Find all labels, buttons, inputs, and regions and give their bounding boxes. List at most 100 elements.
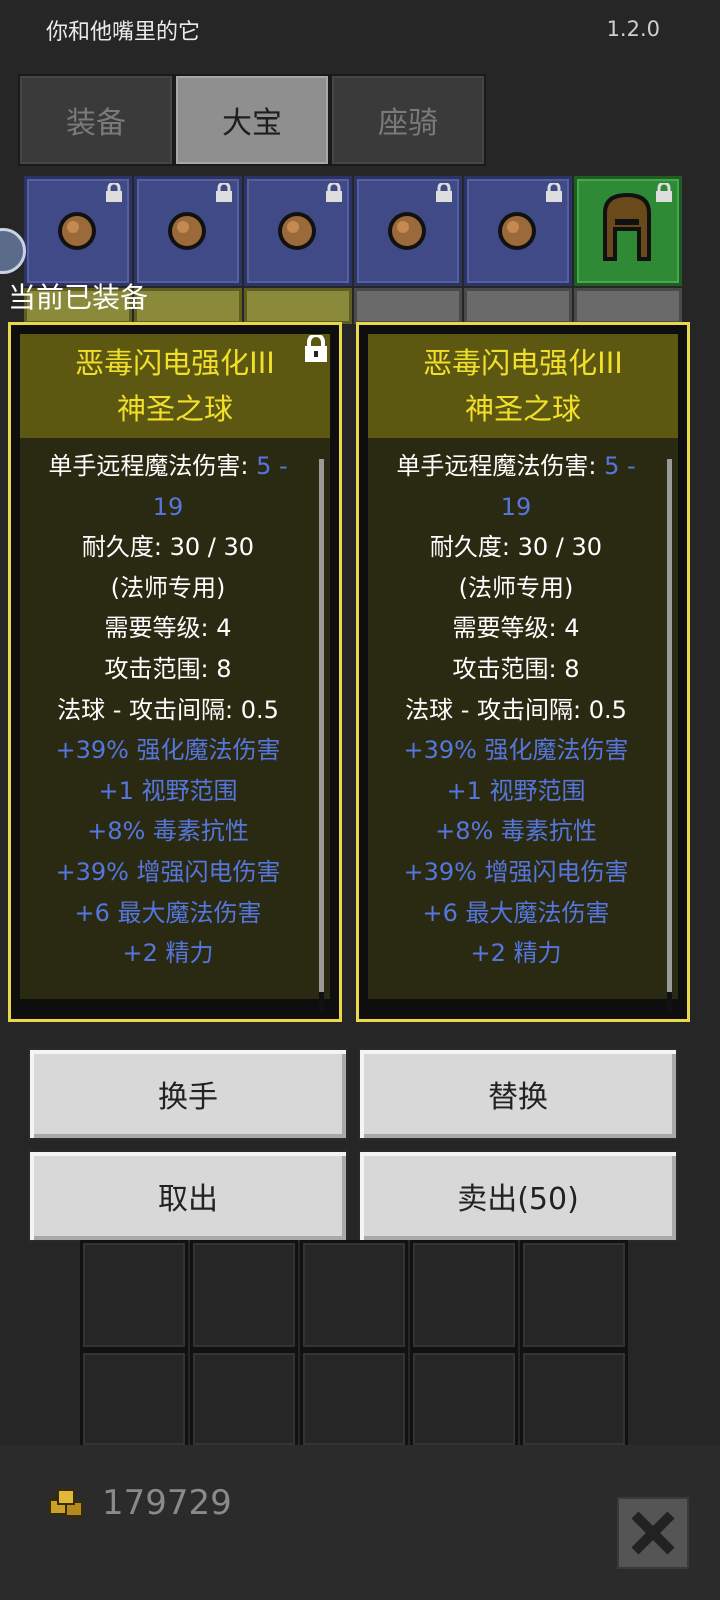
equipped-label: 当前已装备 xyxy=(8,281,149,314)
stat-text: +39% 增强闪电伤害 xyxy=(403,857,629,886)
tab-equipment[interactable]: 装备 xyxy=(18,74,174,166)
stat-text: +39% 强化魔法伤害 xyxy=(403,736,629,765)
equipment-slot[interactable] xyxy=(134,288,242,324)
close-icon xyxy=(619,1511,687,1571)
new-item-card: 恶毒闪电强化III 神圣之球 单手远程魔法伤害: 5 - 19 耐久度: 30 / … xyxy=(356,322,690,1022)
inventory-slot[interactable] xyxy=(410,1350,518,1448)
stat-line: +1 视野范围 xyxy=(20,771,316,812)
tab-dabao[interactable]: 大宝 xyxy=(174,74,330,166)
equipment-slot[interactable] xyxy=(24,176,132,286)
stat-text: (法师专用) xyxy=(110,573,226,602)
stat-text: 单手远程魔法伤害: xyxy=(48,452,257,480)
stat-line: +39% 增强闪电伤害 xyxy=(20,852,316,893)
stat-text: +6 最大魔法伤害 xyxy=(422,898,610,927)
equipment-slot[interactable] xyxy=(574,288,682,324)
close-button[interactable] xyxy=(617,1497,689,1569)
stat-line: +2 精力 xyxy=(20,933,316,974)
stat-line: 单手远程魔法伤害: 5 - xyxy=(20,446,316,487)
lock-icon xyxy=(105,181,123,207)
item-name-header: 恶毒闪电强化III 神圣之球 xyxy=(368,334,678,438)
stat-text: +39% 增强闪电伤害 xyxy=(55,857,281,886)
stat-line: +8% 毒素抗性 xyxy=(368,811,664,852)
take-out-button[interactable]: 取出 xyxy=(28,1150,348,1242)
inventory-slot[interactable] xyxy=(190,1350,298,1448)
stat-text: 19 xyxy=(500,492,532,521)
stat-line: +39% 强化魔法伤害 xyxy=(368,730,664,771)
stat-line: 法球 - 攻击间隔: 0.5 xyxy=(20,690,316,731)
stats-scrollbar[interactable] xyxy=(667,459,672,1009)
scrollbar-end xyxy=(667,992,672,1012)
stat-text: 需要等级: 4 xyxy=(452,614,580,643)
stat-line: +1 视野范围 xyxy=(368,771,664,812)
sell-button[interactable]: 卖出(50) xyxy=(358,1150,678,1242)
equipment-slot[interactable] xyxy=(244,176,352,286)
equipment-slot[interactable] xyxy=(354,176,462,286)
level-badge xyxy=(0,228,26,274)
stat-line: +8% 毒素抗性 xyxy=(20,811,316,852)
gold-amount: 179729 xyxy=(102,1483,232,1523)
stat-text: 法球 - 攻击间隔: 0.5 xyxy=(57,695,279,724)
stat-line: 单手远程魔法伤害: 5 - xyxy=(368,446,664,487)
orb-icon xyxy=(55,209,99,257)
lock-icon[interactable] xyxy=(303,333,329,367)
lock-icon xyxy=(655,181,673,207)
stat-text: 耐久度: 30 / 30 xyxy=(81,533,255,562)
replace-button[interactable]: 替换 xyxy=(358,1048,678,1140)
inventory-slot[interactable] xyxy=(80,1350,188,1448)
stat-text: 单手远程魔法伤害: xyxy=(396,452,605,480)
equipment-slot[interactable] xyxy=(134,176,242,286)
stat-text: +6 最大魔法伤害 xyxy=(74,898,262,927)
inventory-slot[interactable] xyxy=(410,1240,518,1350)
stat-text: (法师专用) xyxy=(458,573,574,602)
stat-text: 耐久度: 30 / 30 xyxy=(429,533,603,562)
equipment-slot[interactable] xyxy=(464,288,572,324)
stat-text: +39% 强化魔法伤害 xyxy=(55,736,281,765)
inventory-slot[interactable] xyxy=(300,1240,408,1350)
stat-line: +39% 增强闪电伤害 xyxy=(368,852,664,893)
stat-value: 5 - xyxy=(256,452,288,480)
stat-text: +8% 毒素抗性 xyxy=(87,817,249,846)
app-title: 你和他嘴里的它 xyxy=(46,20,201,45)
item-stats[interactable]: 单手远程魔法伤害: 5 - 19 耐久度: 30 / 30 (法师专用) 需要等级: 4… xyxy=(20,446,316,974)
stat-line: +39% 强化魔法伤害 xyxy=(20,730,316,771)
equipment-slot[interactable] xyxy=(244,288,352,324)
tab-mount[interactable]: 座骑 xyxy=(330,74,486,166)
lock-icon xyxy=(545,181,563,207)
inventory-slot[interactable] xyxy=(520,1240,628,1350)
gold-coins-icon xyxy=(46,1486,88,1524)
item-stats[interactable]: 单手远程魔法伤害: 5 - 19 耐久度: 30 / 30 (法师专用) 需要等级: 4… xyxy=(368,446,664,974)
item-name-line2: 神圣之球 xyxy=(464,392,581,426)
orb-icon xyxy=(275,209,319,257)
stat-line: 19 xyxy=(20,487,316,528)
inventory-slot[interactable] xyxy=(80,1240,188,1350)
inventory-slot[interactable] xyxy=(300,1350,408,1448)
stat-line: (法师专用) xyxy=(368,568,664,609)
lock-icon xyxy=(215,181,233,207)
item-name-line2: 神圣之球 xyxy=(116,392,233,426)
inventory-slot[interactable] xyxy=(520,1350,628,1448)
stat-text: 需要等级: 4 xyxy=(104,614,232,643)
inventory-slot[interactable] xyxy=(190,1240,298,1350)
equipped-item-card: 恶毒闪电强化III 神圣之球 单手远程魔法伤害: 5 - 19 耐久度: 30 / … xyxy=(8,322,342,1022)
equipment-slot[interactable] xyxy=(464,176,572,286)
stat-text: 19 xyxy=(152,492,184,521)
equipment-slot[interactable] xyxy=(354,288,462,324)
stat-text: +2 精力 xyxy=(470,939,562,968)
version-label: 1.2.0 xyxy=(606,17,660,41)
swap-hand-button[interactable]: 换手 xyxy=(28,1048,348,1140)
orb-icon xyxy=(495,209,539,257)
stat-line: +6 最大魔法伤害 xyxy=(20,893,316,934)
equipment-slot[interactable] xyxy=(574,176,682,286)
stat-line: 耐久度: 30 / 30 xyxy=(20,527,316,568)
item-name-header: 恶毒闪电强化III 神圣之球 xyxy=(20,334,330,438)
stat-line: +6 最大魔法伤害 xyxy=(368,893,664,934)
stat-line: (法师专用) xyxy=(20,568,316,609)
stat-text: +8% 毒素抗性 xyxy=(435,817,597,846)
helmet-icon xyxy=(595,189,659,273)
orb-icon xyxy=(385,209,429,257)
lock-icon xyxy=(435,181,453,207)
stats-scrollbar[interactable] xyxy=(319,459,324,1009)
stat-line: +2 精力 xyxy=(368,933,664,974)
stat-line: 耐久度: 30 / 30 xyxy=(368,527,664,568)
orb-icon xyxy=(165,209,209,257)
